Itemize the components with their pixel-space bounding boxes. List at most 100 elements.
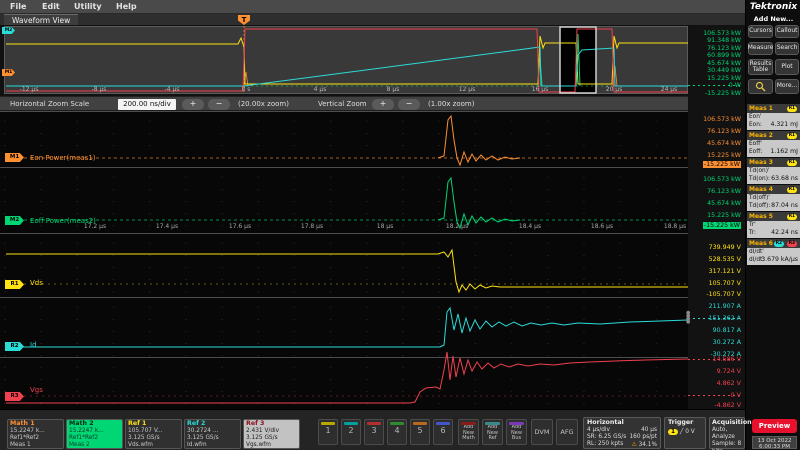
channel-3-color — [367, 422, 381, 425]
scale-label: 9.724 V — [688, 368, 741, 375]
meas-6-body: dI/dt'dI/dt:3.679 kA/μs — [747, 248, 800, 265]
meas-2-source-badge: R1 — [787, 133, 797, 139]
afg-button[interactable]: AFG — [556, 419, 578, 445]
v-zoom-label: Vertical Zoom — [318, 100, 367, 108]
overview-tick: 20 μs — [597, 86, 631, 93]
search-button[interactable]: Search — [775, 42, 799, 55]
cursors-button[interactable]: Cursors — [748, 25, 773, 38]
tektronix-logo: Tektronix — [746, 2, 800, 12]
time-tick: 18.4 μs — [513, 223, 547, 230]
h-zoom-minus-button[interactable]: − — [208, 99, 230, 110]
meas-3-value: 63.68 ns — [771, 175, 798, 183]
scale-label: 105.707 V — [688, 280, 741, 287]
slice-eon-power[interactable] — [0, 111, 688, 167]
add-new-bus-button[interactable]: Add New Bus — [506, 419, 527, 445]
v-zoom-minus-button[interactable]: − — [398, 99, 420, 110]
magnifier-icon — [755, 81, 766, 92]
scale-label: 45.674 kW — [688, 200, 741, 207]
measure-button[interactable]: Measure — [748, 42, 773, 55]
zoom-tool-button[interactable] — [748, 79, 773, 94]
time-label: 6:00:33 PM — [753, 444, 796, 450]
meas-5-panel[interactable]: Meas 5R1 Tr'Tr:42.24 ns — [747, 212, 800, 238]
scale-label: 76.123 kW — [688, 188, 741, 195]
ref2-badge[interactable]: Ref 2 30.2724 ...3.125 GS/sId.wfm — [184, 419, 241, 449]
slice-vds[interactable] — [0, 233, 688, 297]
slice-id[interactable] — [0, 297, 688, 357]
add-new-math-button[interactable]: Add New Math — [458, 419, 479, 445]
ref3-badge[interactable]: Ref 3 2.431 V/div3.125 GS/sVgs.wfm — [243, 419, 300, 449]
ref1-badge[interactable]: Ref 1 105.707 V...3.125 GS/sVds.wfm — [125, 419, 182, 449]
menu-utility[interactable]: Utility — [74, 2, 102, 11]
menu-help[interactable]: Help — [116, 2, 137, 11]
trigger-panel[interactable]: Trigger 1 ╱ 0 V — [664, 417, 706, 449]
overview-plot[interactable] — [4, 26, 688, 94]
more-button[interactable]: More... — [775, 79, 799, 94]
channel-6-button[interactable]: 6 — [433, 419, 453, 445]
tab-waveform-view[interactable]: Waveform View — [4, 14, 78, 25]
channel-4-color — [390, 422, 404, 425]
slice-vgs[interactable] — [0, 357, 688, 409]
acquisition-title: Acquisition — [712, 418, 742, 427]
meas-2-panel[interactable]: Meas 2R1 Eoff'Eoff:1.162 mJ — [747, 131, 800, 157]
zoom-toolbar: Horizontal Zoom Scale 200.00 ns/div + − … — [0, 96, 745, 111]
slice-resize-handle[interactable]: ●●●● — [686, 312, 691, 328]
scale-label: 739.949 V — [688, 244, 741, 251]
meas-4-panel[interactable]: Meas 4R1 Td(off)'Td(off):87.04 ns — [747, 185, 800, 211]
scale-label: 211.907 A — [688, 303, 741, 310]
menu-edit[interactable]: Edit — [42, 2, 60, 11]
channel-5-color — [413, 422, 427, 425]
overview-scale-label: 76.123 kW — [688, 45, 741, 52]
scale-label: 4.862 V — [688, 380, 741, 387]
h-zoom-plus-button[interactable]: + — [182, 99, 204, 110]
channel-4-button[interactable]: 4 — [387, 419, 407, 445]
meas-3-panel[interactable]: Meas 3R1 Td(on)'Td(on):63.68 ns — [747, 158, 800, 184]
scale-label: 106.573 kW — [688, 176, 741, 183]
preview-button[interactable]: Preview — [752, 419, 797, 433]
overview-scale-label: 15.225 kW — [688, 75, 741, 82]
scale-label: 45.674 kW — [688, 140, 741, 147]
v-zoom-plus-button[interactable]: + — [372, 99, 394, 110]
callout-button[interactable]: Callout — [775, 25, 799, 38]
channel-1-button[interactable]: 1 — [318, 419, 338, 445]
h-zoom-scale-input[interactable]: 200.00 ns/div — [118, 99, 176, 110]
math1-title: Math 1 — [10, 420, 61, 428]
datetime-display: 13 Oct 2022 6:00:33 PM — [752, 436, 797, 449]
channel-5-button[interactable]: 5 — [410, 419, 430, 445]
h-zoom-factor: (20.00x zoom) — [238, 100, 289, 108]
time-tick: 17.8 μs — [295, 223, 329, 230]
scale-label-position: -15.225 kW — [688, 161, 741, 168]
horizontal-panel[interactable]: Horizontal 4 μs/div 40 μs SR: 6.25 GS/s … — [583, 417, 661, 449]
ref3-title: Ref 3 — [246, 420, 297, 428]
time-tick: 18.2 μs — [440, 223, 474, 230]
meas-5-value: 42.24 ns — [771, 229, 798, 237]
time-tick: 17.4 μs — [150, 223, 184, 230]
scale-label: 90.817 A — [688, 327, 741, 334]
trigger-source-badge: 1 — [668, 429, 678, 435]
overview-scale-label: 60.899 kW — [688, 52, 741, 59]
dvm-button[interactable]: DVM — [531, 419, 553, 445]
channel-2-button[interactable]: 2 — [341, 419, 361, 445]
acquisition-panel[interactable]: Acquisition Auto, Analyze Sample: 8 bits… — [709, 417, 745, 449]
meas-2-value: 1.162 mJ — [770, 148, 798, 156]
scale-label: 106.573 kW — [688, 116, 741, 123]
meas-1-panel[interactable]: Meas 1R1 Eon'Eon:4.321 mJ — [747, 104, 800, 130]
trace-label-vgs: Vgs — [30, 386, 43, 394]
meas-6-panel[interactable]: Meas 6R2R3 dI/dt'dI/dt:3.679 kA/μs — [747, 239, 800, 265]
trace-label-vds: Vds — [30, 279, 43, 287]
ref1-title: Ref 1 — [128, 420, 179, 428]
trace-label-eoff: Eoff Power(meas2) — [30, 217, 96, 225]
overview-scale-label: -15.225 kW — [688, 90, 741, 97]
channel-3-button[interactable]: 3 — [364, 419, 384, 445]
meas-2-body: Eoff'Eoff:1.162 mJ — [747, 140, 800, 157]
add-new-ref-button[interactable]: Add New Ref — [482, 419, 503, 445]
meas-5-header: Meas 5R1 — [747, 212, 800, 221]
plot-button[interactable]: Plot — [775, 59, 799, 75]
math1-badge[interactable]: Math 1 15.2247 k...Ref1*Ref2Meas 1 — [7, 419, 64, 449]
math2-badge[interactable]: Math 2 15.2247 k...Ref1*Ref2Meas 2 — [66, 419, 123, 449]
scale-label-ground: 0 V — [688, 392, 741, 399]
menu-file[interactable]: File — [10, 2, 26, 11]
results-table-button[interactable]: Results Table — [748, 59, 773, 75]
meas-5-title: Meas 5 — [749, 213, 773, 220]
overview-tick: 4 μs — [303, 86, 337, 93]
scale-label: 528.535 V — [688, 256, 741, 263]
